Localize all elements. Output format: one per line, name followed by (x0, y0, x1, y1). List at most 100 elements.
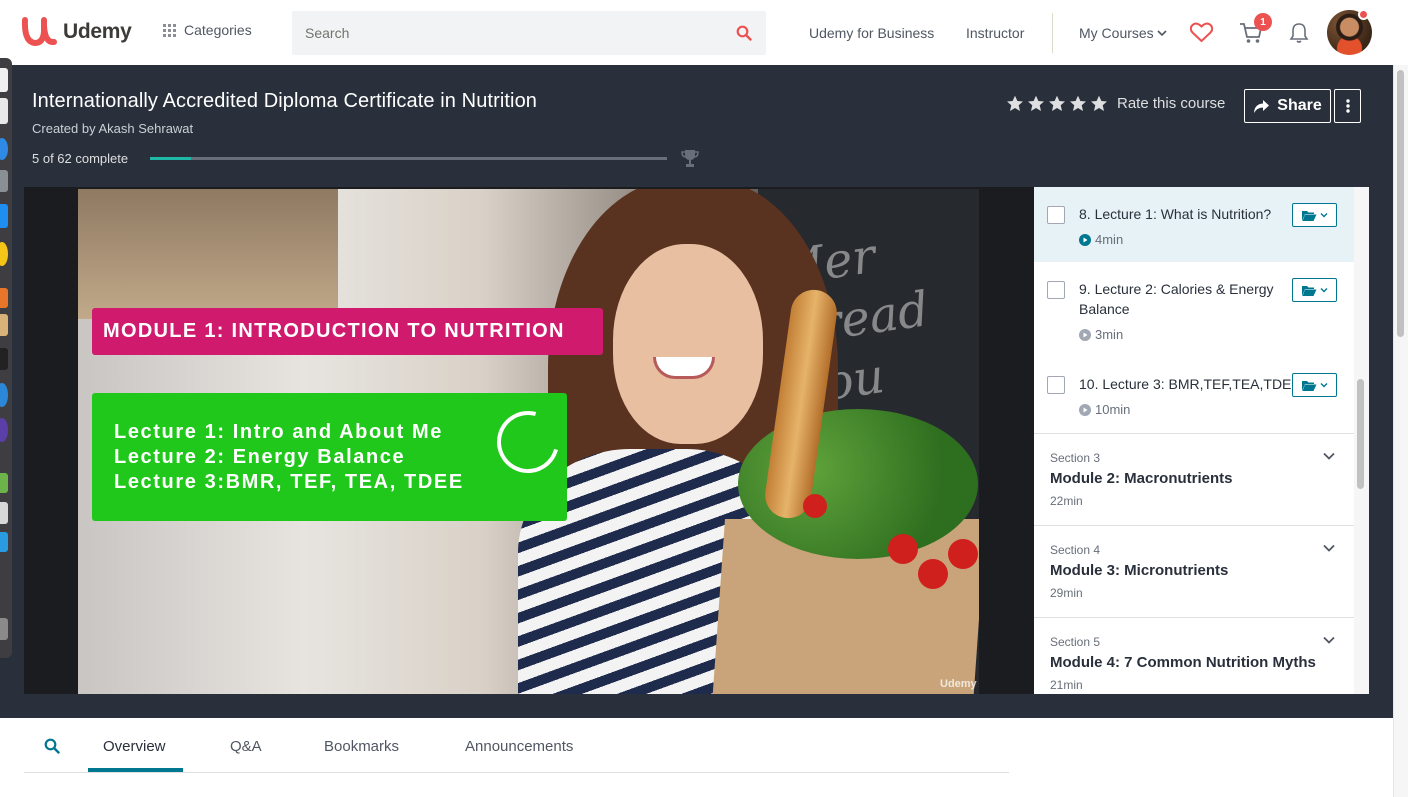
lecture-duration: 3min (1079, 327, 1123, 342)
dock-app-icon[interactable] (0, 98, 8, 124)
rate-course-link[interactable]: Rate this course (1117, 95, 1225, 112)
lecture-item[interactable]: 9. Lecture 2: Calories & Energy Balance … (1034, 262, 1354, 357)
lecture-checkbox[interactable] (1047, 206, 1065, 224)
star-icon[interactable] (1090, 95, 1108, 112)
dock-app-icon[interactable] (0, 170, 8, 192)
share-button[interactable]: Share (1244, 89, 1331, 123)
course-title: Internationally Accredited Diploma Certi… (32, 90, 538, 112)
tomato (918, 559, 948, 589)
page-scrollbar-thumb[interactable] (1397, 70, 1404, 337)
chevron-down-icon[interactable] (1322, 633, 1336, 647)
dock-app-icon[interactable] (0, 314, 8, 336)
sidebar-scrollbar-thumb[interactable] (1357, 379, 1364, 489)
section-duration: 29min (1050, 586, 1083, 600)
lecture-duration-text: 10min (1095, 402, 1131, 417)
section-label: Section 4 (1050, 543, 1101, 557)
notification-dot (1358, 9, 1369, 20)
folder-open-icon (1302, 285, 1317, 296)
folder-open-icon (1302, 210, 1317, 221)
dock-app-icon[interactable] (0, 618, 8, 640)
star-icon[interactable] (1006, 95, 1024, 112)
person-face (613, 244, 763, 444)
lecture-checkbox[interactable] (1047, 376, 1065, 394)
tab-announcements[interactable]: Announcements (465, 738, 573, 755)
section-title: Module 3: Micronutrients (1050, 562, 1229, 579)
tab-bookmarks[interactable]: Bookmarks (324, 738, 399, 755)
rating-stars[interactable] (1006, 95, 1108, 112)
search-button[interactable] (722, 11, 766, 55)
udemy-logo[interactable]: Udemy (21, 16, 132, 48)
search-bar (292, 11, 766, 55)
section-label: Section 3 (1050, 451, 1101, 465)
search-icon[interactable] (44, 738, 60, 754)
dock-app-icon[interactable] (0, 288, 8, 308)
lecture-title: 9. Lecture 2: Calories & Energy Balance (1079, 281, 1274, 317)
tab-overview[interactable]: Overview (103, 738, 166, 755)
dock-app-icon[interactable] (0, 242, 8, 266)
categories-button[interactable]: Categories (163, 22, 252, 38)
chevron-down-icon (1320, 383, 1328, 388)
more-options-button[interactable] (1334, 89, 1361, 123)
play-circle-icon (1079, 233, 1091, 246)
instructor-link[interactable]: Instructor (966, 25, 1024, 41)
dock-app-icon[interactable] (0, 138, 8, 160)
dock-app-icon[interactable] (0, 383, 8, 407)
lecture-item[interactable]: 8. Lecture 1: What is Nutrition? 4min (1034, 187, 1354, 262)
chevron-down-icon (1320, 288, 1328, 293)
chevron-down-icon[interactable] (1322, 541, 1336, 555)
chevron-down-icon (1157, 30, 1167, 37)
search-icon (736, 25, 752, 41)
resources-button[interactable] (1292, 373, 1337, 397)
lecture-item[interactable]: 10. Lecture 3: BMR,TEF,TEA,TDEE 10min (1034, 357, 1354, 433)
lecture-checkbox[interactable] (1047, 281, 1065, 299)
lecture-duration: 10min (1079, 402, 1130, 417)
udemy-for-business-link[interactable]: Udemy for Business (809, 25, 934, 41)
chevron-down-icon[interactable] (1322, 449, 1336, 463)
my-courses-label: My Courses (1079, 25, 1154, 41)
module-banner: MODULE 1: INTRODUCTION TO NUTRITION (92, 308, 603, 355)
tab-qa[interactable]: Q&A (230, 738, 262, 755)
search-input[interactable] (292, 25, 722, 41)
dock-app-icon[interactable] (0, 418, 8, 442)
active-tab-indicator (88, 768, 183, 772)
resources-button[interactable] (1292, 278, 1337, 302)
star-icon[interactable] (1069, 95, 1087, 112)
tomato (948, 539, 978, 569)
section-header[interactable]: Section 3 Module 2: Macronutrients 22min (1034, 433, 1354, 525)
my-courses-dropdown[interactable]: My Courses (1079, 25, 1168, 41)
video-watermark: Udemy (940, 678, 977, 690)
overlay-lecture-line: Lecture 3:BMR, TEF, TEA, TDEE (114, 471, 464, 493)
dock-app-icon[interactable] (0, 532, 8, 552)
curriculum-sidebar: 8. Lecture 1: What is Nutrition? 4min 9.… (1034, 187, 1369, 694)
dock-app-icon[interactable] (0, 68, 8, 92)
kitchen-shelf (78, 189, 338, 319)
chevron-down-icon (1320, 213, 1328, 218)
progress-bar-fill (150, 157, 192, 160)
dock-app-icon[interactable] (0, 204, 8, 228)
section-header[interactable]: Section 5 Module 4: 7 Common Nutrition M… (1034, 617, 1354, 694)
udemy-logo-icon (21, 17, 57, 47)
play-circle-icon (1079, 403, 1091, 416)
lecture-title: 8. Lecture 1: What is Nutrition? (1079, 206, 1272, 222)
lecture-list-overlay: Lecture 1: Intro and About Me Lecture 2:… (92, 393, 567, 521)
section-duration: 22min (1050, 494, 1083, 508)
dock-app-icon[interactable] (0, 348, 8, 370)
trophy-icon[interactable] (680, 148, 700, 168)
dock-app-icon[interactable] (0, 473, 8, 493)
section-title: Module 4: 7 Common Nutrition Myths (1050, 654, 1316, 671)
dock-app-icon[interactable] (0, 502, 8, 524)
heart-icon[interactable] (1190, 22, 1213, 43)
folder-open-icon (1302, 380, 1317, 391)
section-header[interactable]: Section 4 Module 3: Micronutrients 29min (1034, 525, 1354, 617)
course-author: Created by Akash Sehrawat (32, 121, 194, 136)
play-circle-icon (1079, 328, 1091, 341)
section-duration: 21min (1050, 678, 1083, 692)
star-icon[interactable] (1027, 95, 1045, 112)
cart-count-badge: 1 (1254, 13, 1272, 31)
bell-icon[interactable] (1289, 22, 1309, 44)
vertical-dots-icon (1345, 99, 1350, 113)
star-icon[interactable] (1048, 95, 1066, 112)
progress-bar (150, 157, 667, 160)
os-dock (0, 58, 12, 658)
resources-button[interactable] (1292, 203, 1337, 227)
